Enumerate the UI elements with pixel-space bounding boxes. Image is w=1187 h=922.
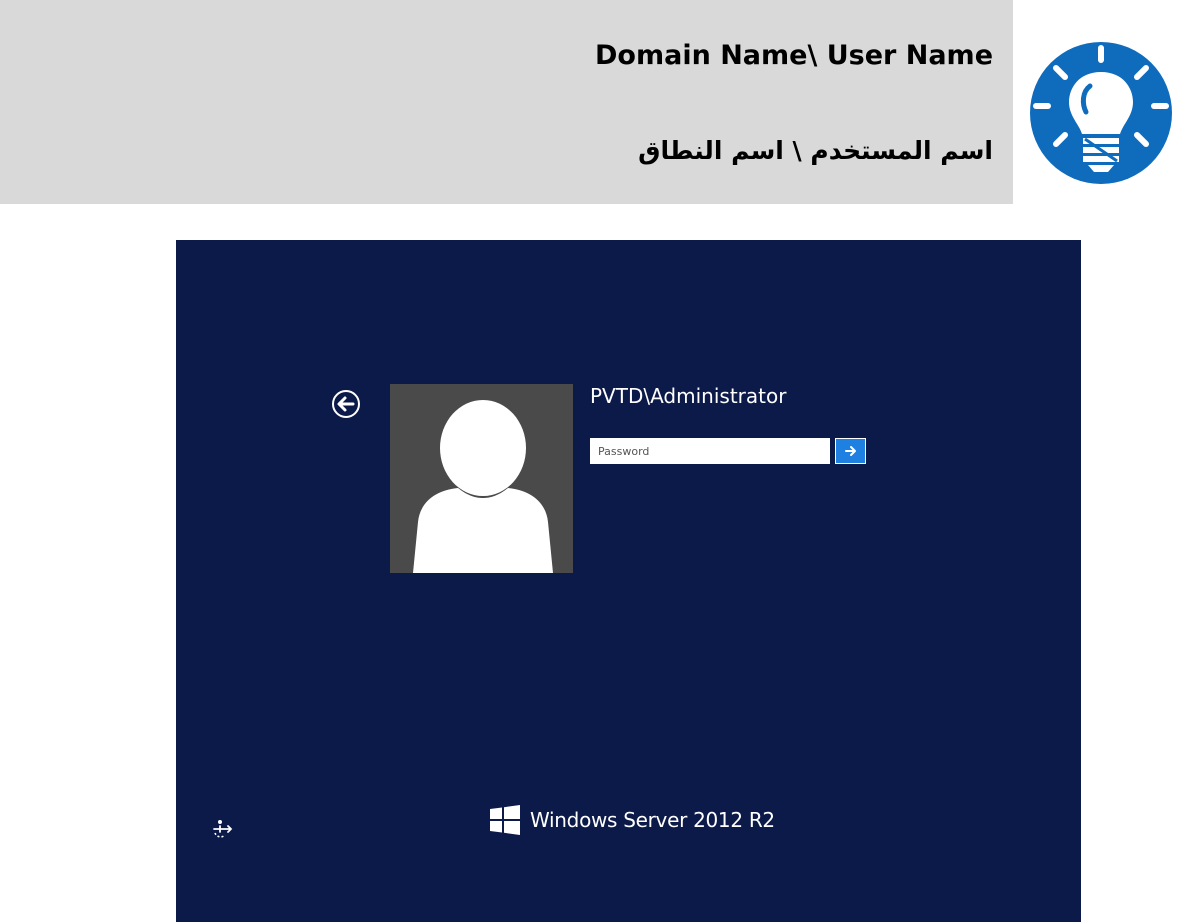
tip-title-english: Domain Name\ User Name bbox=[595, 40, 993, 71]
tip-banner: Domain Name\ User Name اسم المستخدم \ اس… bbox=[0, 0, 1013, 204]
lightbulb-icon bbox=[1030, 42, 1172, 184]
user-silhouette-icon bbox=[413, 400, 553, 573]
windows-logo-icon bbox=[490, 805, 520, 835]
windows-brand: Windows Server 2012 R2 bbox=[488, 800, 775, 840]
username-label: PVTD\Administrator bbox=[590, 384, 787, 408]
brand-text: Windows Server 2012 R2 bbox=[530, 808, 775, 832]
ease-of-access-icon[interactable] bbox=[211, 818, 233, 840]
avatar bbox=[390, 384, 573, 573]
back-arrow-icon[interactable] bbox=[331, 389, 361, 419]
password-row bbox=[590, 438, 868, 464]
login-screen: PVTD\Administrator Windows Server 2012 R… bbox=[176, 240, 1081, 922]
submit-button[interactable] bbox=[835, 438, 866, 464]
tip-title-arabic: اسم المستخدم \ اسم النطاق bbox=[638, 136, 993, 165]
password-input[interactable] bbox=[590, 438, 830, 464]
arrow-right-icon bbox=[844, 446, 856, 456]
